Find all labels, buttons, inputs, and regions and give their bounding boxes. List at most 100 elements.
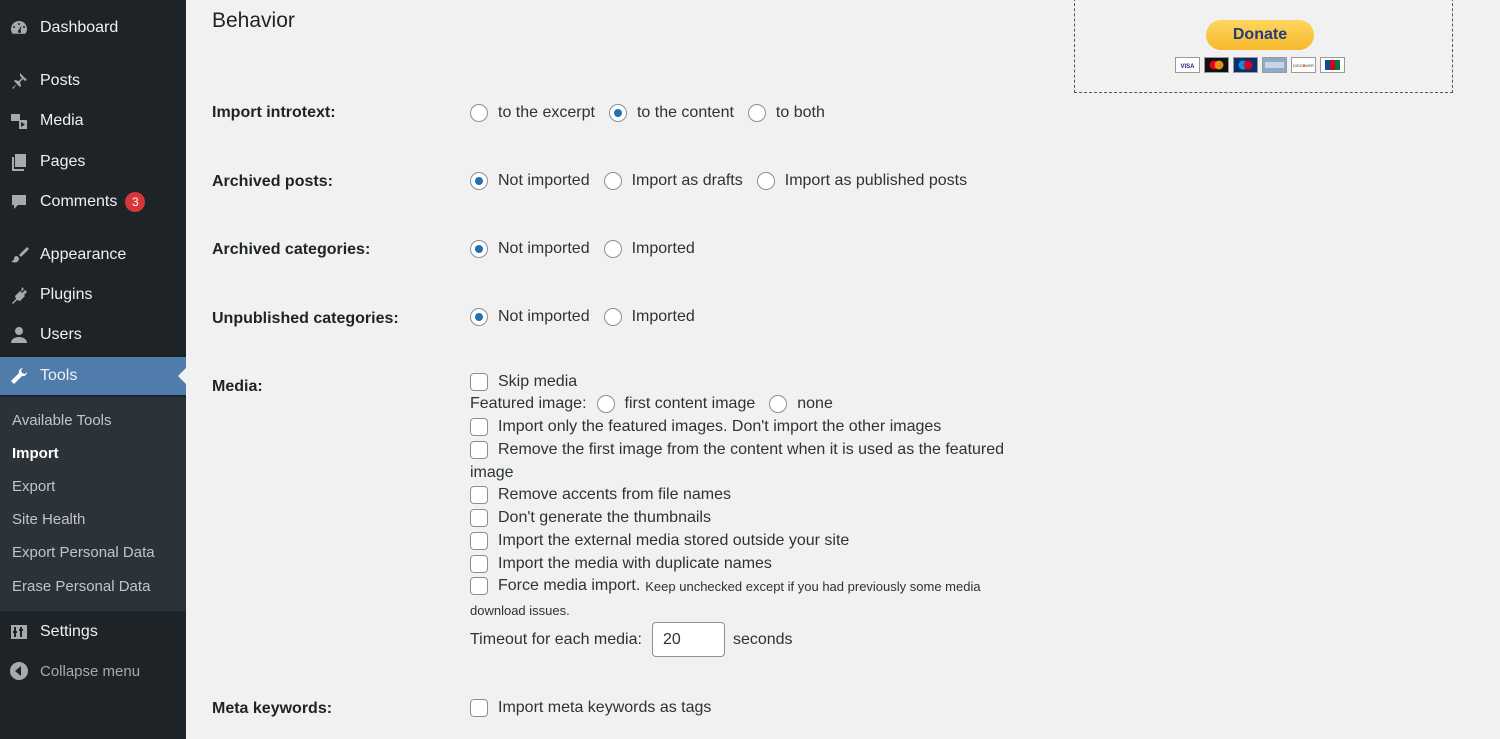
radio-label-not-imported: Not imported <box>498 308 590 325</box>
radio-label-not-imported: Not imported <box>498 172 590 189</box>
radio-featured-first-content-image[interactable] <box>596 395 615 413</box>
timeout-label: Timeout for each media: <box>470 630 642 648</box>
menu-item-plugins[interactable]: Plugins <box>0 276 186 314</box>
radio-archived-posts-not-imported[interactable] <box>470 172 488 190</box>
timeout-row: Timeout for each media: seconds <box>470 622 793 657</box>
submenu-import[interactable]: Import <box>12 445 59 462</box>
radio-archived-categories-not-imported[interactable] <box>470 240 488 258</box>
menu-label-settings: Settings <box>40 623 98 640</box>
only-featured-row: Import only the featured images. Don't i… <box>470 418 941 436</box>
menu-item-media[interactable]: Media <box>0 102 186 140</box>
pages-icon <box>8 151 30 173</box>
duplicate-names-row: Import the media with duplicate names <box>470 555 772 573</box>
duplicate-names-checkbox[interactable] <box>470 555 488 573</box>
menu-item-appearance[interactable]: Appearance <box>0 236 186 274</box>
svg-text:VISA: VISA <box>1180 64 1195 70</box>
dashboard-icon <box>8 17 30 39</box>
force-import-label: Force media import. <box>498 577 641 594</box>
force-import-row: Force media import. Keep unchecked excep… <box>470 577 981 595</box>
timeout-input[interactable] <box>651 622 725 657</box>
remove-first-image-row-cont: image <box>470 464 514 482</box>
submenu-site-health[interactable]: Site Health <box>12 511 85 528</box>
radio-archived-posts-drafts[interactable] <box>603 172 622 190</box>
no-thumbnails-checkbox[interactable] <box>470 509 488 527</box>
menu-label-media: Media <box>40 112 84 129</box>
remove-first-image-checkbox[interactable] <box>470 441 488 459</box>
remove-accents-checkbox[interactable] <box>470 486 488 504</box>
remove-first-image-label-cont: image <box>470 464 514 481</box>
radio-label-first-content-image: first content image <box>624 395 756 412</box>
meta-keywords-checkbox[interactable] <box>470 699 488 717</box>
plug-icon <box>8 284 30 306</box>
skip-media-row: Skip media <box>470 373 577 391</box>
radio-introtext-excerpt[interactable] <box>470 104 488 122</box>
section-heading: Behavior <box>212 9 295 32</box>
collapse-icon <box>8 660 30 682</box>
no-thumbnails-label: Don't generate the thumbnails <box>498 509 711 526</box>
external-media-row: Import the external media stored outside… <box>470 532 849 550</box>
force-import-note: Keep unchecked except if you had previou… <box>645 578 981 594</box>
submenu-export[interactable]: Export <box>12 478 55 495</box>
featured-image-label: Featured image: <box>470 395 587 412</box>
comments-count-badge: 3 <box>125 192 146 212</box>
menu-item-tools[interactable]: Tools <box>0 357 186 395</box>
submenu-erase-personal-data[interactable]: Erase Personal Data <box>12 578 150 595</box>
jcb-card-icon <box>1320 57 1345 73</box>
remove-accents-row: Remove accents from file names <box>470 486 731 504</box>
sliders-icon <box>8 621 30 643</box>
radio-label-content: to the content <box>636 104 734 121</box>
remove-first-image-row: Remove the first image from the content … <box>470 441 1004 459</box>
archived-categories-options: Not imported Imported <box>470 240 709 258</box>
radio-archived-posts-published[interactable] <box>756 172 775 190</box>
radio-label-drafts: Import as drafts <box>631 172 743 189</box>
menu-item-dashboard[interactable]: Dashboard <box>0 9 186 47</box>
timeout-unit: seconds <box>732 630 793 648</box>
radio-label-both: to both <box>775 104 825 121</box>
pin-icon <box>8 70 30 92</box>
menu-item-users[interactable]: Users <box>0 316 186 354</box>
radio-unpublished-categories-not-imported[interactable] <box>470 308 488 326</box>
meta-keywords-label: Meta keywords: <box>212 700 333 717</box>
menu-item-settings[interactable]: Settings <box>0 613 186 651</box>
menu-item-comments[interactable]: Comments 3 <box>0 183 186 221</box>
skip-media-label: Skip media <box>498 373 578 390</box>
introtext-label: Import introtext: <box>212 104 336 121</box>
brush-icon <box>8 244 30 266</box>
meta-keywords-option-label: Import meta keywords as tags <box>498 699 712 716</box>
submenu-export-personal-data[interactable]: Export Personal Data <box>12 544 155 561</box>
donate-button[interactable]: Donate <box>1206 20 1314 50</box>
donate-box: Donate VISA DISCOVER <box>1074 0 1453 93</box>
menu-label-appearance: Appearance <box>40 246 127 263</box>
submenu-available-tools[interactable]: Available Tools <box>12 412 112 429</box>
collapse-menu-button[interactable]: Collapse menu <box>0 652 186 690</box>
menu-item-posts[interactable]: Posts <box>0 62 186 100</box>
unpublished-categories-label: Unpublished categories: <box>212 310 399 327</box>
radio-archived-categories-imported[interactable] <box>603 240 622 258</box>
external-media-label: Import the external media stored outside… <box>498 532 850 549</box>
radio-featured-none[interactable] <box>769 395 788 413</box>
no-thumbnails-row: Don't generate the thumbnails <box>470 509 711 527</box>
radio-introtext-both[interactable] <box>747 104 766 122</box>
only-featured-label: Import only the featured images. Don't i… <box>498 418 942 435</box>
radio-introtext-content[interactable] <box>608 104 627 122</box>
radio-label-none: none <box>797 395 833 412</box>
menu-item-pages[interactable]: Pages <box>0 143 186 181</box>
force-import-note-cont: download issues. <box>470 603 570 618</box>
radio-label-imported: Imported <box>631 308 695 325</box>
visa-card-icon: VISA <box>1175 57 1200 73</box>
skip-media-checkbox[interactable] <box>470 373 488 391</box>
menu-label-collapse: Collapse menu <box>40 662 141 680</box>
menu-label-pages: Pages <box>40 153 86 170</box>
external-media-checkbox[interactable] <box>470 532 488 550</box>
only-featured-checkbox[interactable] <box>470 418 488 436</box>
radio-unpublished-categories-imported[interactable] <box>603 308 622 326</box>
force-import-checkbox[interactable] <box>470 577 488 595</box>
force-import-note-row: download issues. <box>470 603 570 618</box>
unpublished-categories-options: Not imported Imported <box>470 308 709 326</box>
main-content: Behavior Donate VISA DISCOVER Import int… <box>186 0 1500 739</box>
menu-label-dashboard: Dashboard <box>40 19 119 36</box>
featured-image-row: Featured image: first content image none <box>470 395 847 413</box>
payment-cards: VISA DISCOVER <box>1175 57 1345 73</box>
maestro-card-icon <box>1233 57 1258 73</box>
amex-card-icon <box>1262 57 1287 73</box>
